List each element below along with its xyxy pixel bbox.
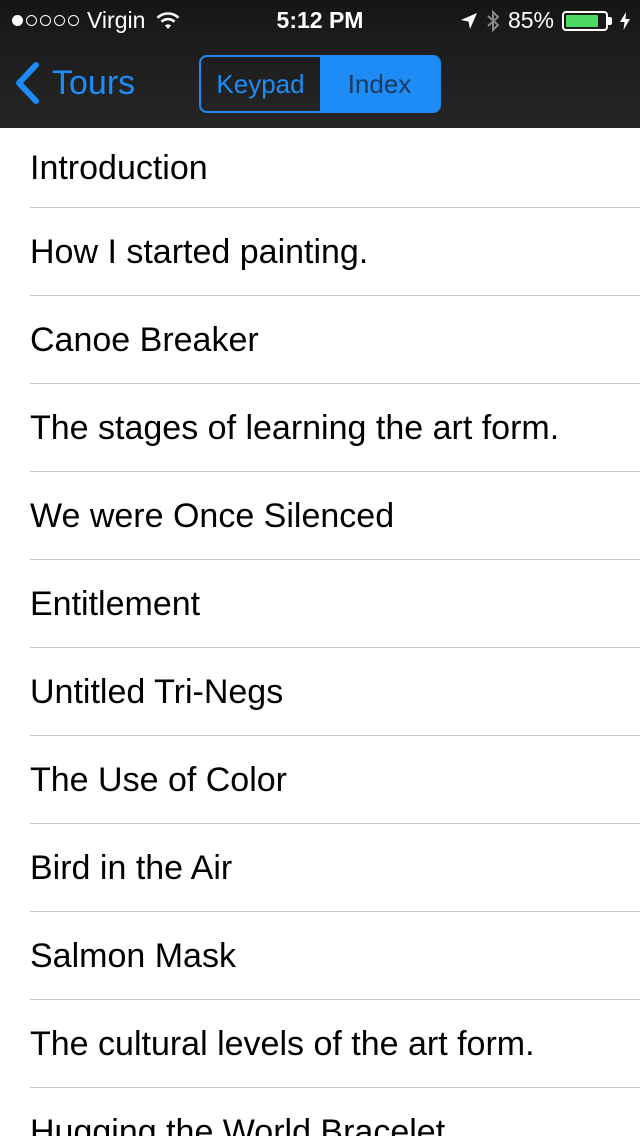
list-item[interactable]: The Use of Color [0, 736, 640, 824]
list-item[interactable]: How I started painting. [0, 208, 640, 296]
view-mode-segmented-control: Keypad Index [199, 55, 441, 113]
location-arrow-icon [460, 12, 477, 29]
list-item-label: Salmon Mask [30, 936, 236, 975]
status-bar: Virgin 5:12 PM 85% [0, 0, 640, 40]
list-item-label: We were Once Silenced [30, 496, 395, 535]
tour-index-list: Introduction How I started painting. Can… [0, 128, 640, 1136]
back-button-label: Tours [52, 63, 136, 102]
list-item[interactable]: Hugging the World Bracelet [0, 1088, 640, 1136]
list-item-label: The cultural levels of the art form. [30, 1024, 535, 1063]
list-item-label: Untitled Tri-Negs [30, 672, 284, 711]
bluetooth-icon [487, 9, 500, 32]
status-right: 85% [460, 7, 630, 34]
list-item-label: The Use of Color [30, 760, 287, 799]
list-item-label: The stages of learning the art form. [30, 408, 560, 447]
list-item-label: How I started painting. [30, 232, 369, 271]
list-item[interactable]: We were Once Silenced [0, 472, 640, 560]
charging-bolt-icon [620, 11, 630, 30]
back-button[interactable]: Tours [14, 62, 135, 104]
list-item-label: Canoe Breaker [30, 320, 259, 359]
list-item-label: Hugging the World Bracelet [30, 1112, 446, 1136]
navigation-bar: Tours Keypad Index [0, 40, 640, 128]
list-item[interactable]: The stages of learning the art form. [0, 384, 640, 472]
list-item[interactable]: Introduction [0, 128, 640, 208]
segment-keypad[interactable]: Keypad [201, 57, 320, 111]
app-screen: Virgin 5:12 PM 85% Tours Keypad Index In… [0, 0, 640, 1136]
list-item-label: Entitlement [30, 584, 201, 623]
battery-icon [562, 10, 612, 31]
list-item-label: Bird in the Air [30, 848, 233, 887]
list-item[interactable]: Canoe Breaker [0, 296, 640, 384]
chevron-left-icon [16, 62, 39, 104]
segment-index[interactable]: Index [320, 57, 439, 111]
list-item-label: Introduction [30, 148, 208, 187]
battery-percent: 85% [507, 7, 554, 33]
list-item[interactable]: Salmon Mask [0, 912, 640, 1000]
list-item[interactable]: Untitled Tri-Negs [0, 648, 640, 736]
list-item[interactable]: Bird in the Air [0, 824, 640, 912]
list-item[interactable]: Entitlement [0, 560, 640, 648]
list-item[interactable]: The cultural levels of the art form. [0, 1000, 640, 1088]
